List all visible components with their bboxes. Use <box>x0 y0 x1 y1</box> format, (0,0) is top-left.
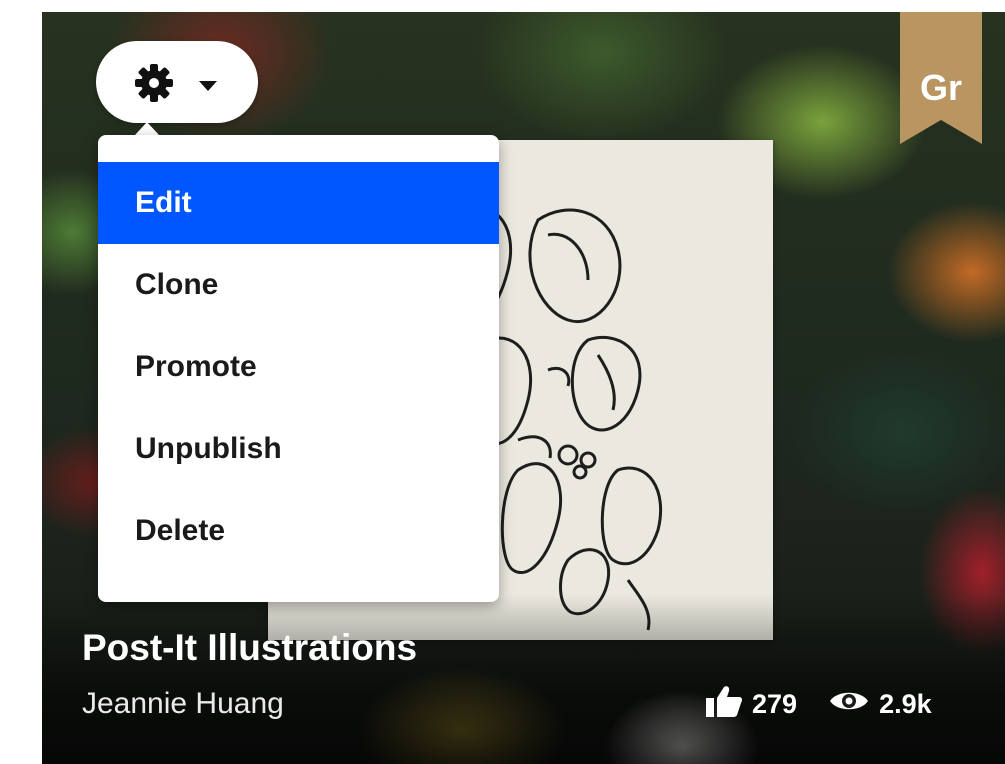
dropdown-pointer <box>135 122 159 135</box>
menu-item-clone[interactable]: Clone <box>98 244 499 326</box>
settings-dropdown-button[interactable] <box>96 41 258 123</box>
project-title[interactable]: Post-It Illustrations <box>82 626 417 670</box>
menu-item-promote[interactable]: Promote <box>98 326 499 408</box>
menu-item-edit[interactable]: Edit <box>98 162 499 244</box>
menu-item-delete[interactable]: Delete <box>98 490 499 572</box>
project-author[interactable]: Jeannie Huang <box>82 686 284 722</box>
views-count: 2.9k <box>879 688 932 719</box>
gear-icon <box>134 63 174 108</box>
bottom-gradient-overlay <box>42 594 1005 764</box>
eye-icon <box>829 687 869 722</box>
project-stats: 279 2.9k <box>706 684 932 724</box>
likes-count: 279 <box>752 688 798 719</box>
menu-item-unpublish[interactable]: Unpublish <box>98 408 499 490</box>
group-badge-text: Gr <box>919 67 962 108</box>
settings-dropdown-menu: Edit Clone Promote Unpublish Delete <box>98 135 499 602</box>
caret-down-icon <box>199 78 217 96</box>
thumbs-up-icon <box>706 685 743 724</box>
